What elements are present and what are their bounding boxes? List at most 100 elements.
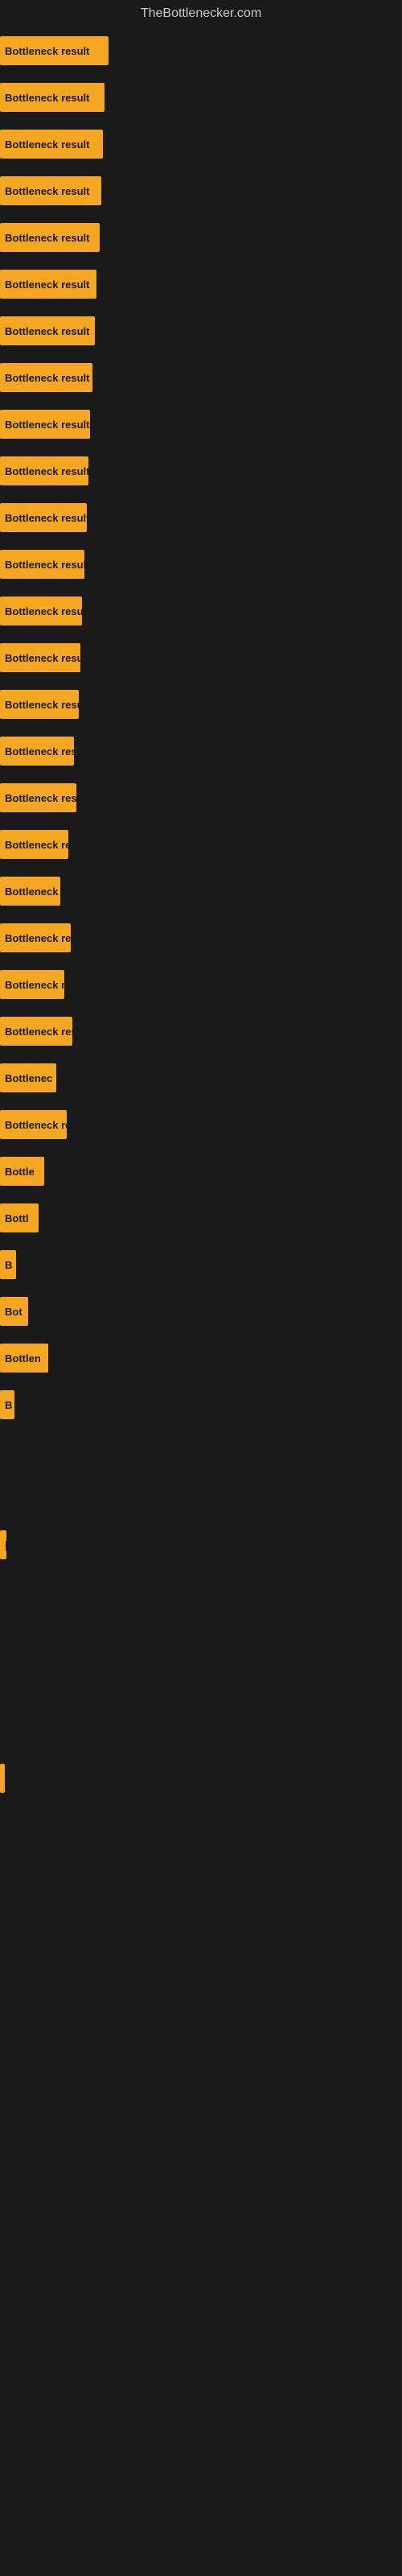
bar-row-20: Bottleneck r [0, 961, 402, 1008]
bar-label-32: | [5, 1539, 6, 1551]
site-title: TheBottlenecker.com [0, 0, 402, 27]
bars-container: Bottleneck result Bottleneck result Bottle… [0, 27, 402, 1802]
bottleneck-bar-0[interactable]: Bottleneck result [0, 36, 109, 65]
bottleneck-bar-17[interactable]: Bottleneck re [0, 830, 68, 859]
bar-row-2: Bottleneck result [0, 121, 402, 167]
bottleneck-bar-22[interactable]: Bottlenec [0, 1063, 56, 1092]
bar-label-25: Bottl [5, 1212, 29, 1224]
bar-row-3: Bottleneck result [0, 167, 402, 214]
bar-label-10: Bottleneck result [5, 512, 87, 524]
bottleneck-bar-18[interactable]: Bottleneck [0, 877, 60, 906]
bottleneck-bar-19[interactable]: Bottleneck res [0, 923, 71, 952]
bar-row-0: Bottleneck result [0, 27, 402, 74]
bottleneck-bar-13[interactable]: Bottleneck result [0, 643, 80, 672]
bar-row-14: Bottleneck result [0, 681, 402, 728]
bar-row-19: Bottleneck res [0, 914, 402, 961]
bottleneck-bar-9[interactable]: Bottleneck result [0, 456, 88, 485]
bar-row-36 [0, 1708, 402, 1755]
bottleneck-bar-12[interactable]: Bottleneck result [0, 597, 82, 625]
bar-row-29: B [0, 1381, 402, 1428]
bar-row-8: Bottleneck result [0, 401, 402, 448]
bottleneck-bar-14[interactable]: Bottleneck result [0, 690, 79, 719]
bar-row-12: Bottleneck result [0, 588, 402, 634]
bar-label-7: Bottleneck result [5, 372, 89, 384]
bar-row-5: Bottleneck result [0, 261, 402, 308]
bar-label-16: Bottleneck result [5, 792, 76, 804]
bottleneck-bar-27[interactable]: Bot [0, 1297, 28, 1326]
bar-row-6: Bottleneck result [0, 308, 402, 354]
bar-row-9: Bottleneck result [0, 448, 402, 494]
bottleneck-bar-32[interactable]: | [0, 1530, 6, 1559]
bottleneck-bar-10[interactable]: Bottleneck result [0, 503, 87, 532]
bar-label-28: Bottlen [5, 1352, 41, 1364]
bar-row-27: Bot [0, 1288, 402, 1335]
bottleneck-bar-21[interactable]: Bottleneck resu [0, 1017, 72, 1046]
bottleneck-bar-25[interactable]: Bottl [0, 1203, 39, 1232]
bar-label-15: Bottleneck resu [5, 745, 74, 758]
bar-label-8: Bottleneck result [5, 419, 89, 431]
bar-row-25: Bottl [0, 1195, 402, 1241]
bar-label-5: Bottleneck result [5, 279, 89, 291]
bar-label-14: Bottleneck result [5, 699, 79, 711]
bar-row-4: Bottleneck result [0, 214, 402, 261]
bottleneck-bar-4[interactable]: Bottleneck result [0, 223, 100, 252]
bottleneck-bar-11[interactable]: Bottleneck result [0, 550, 84, 579]
bar-row-33 [0, 1568, 402, 1615]
bottleneck-bar-8[interactable]: Bottleneck result [0, 410, 90, 439]
bar-row-15: Bottleneck resu [0, 728, 402, 774]
bar-label-17: Bottleneck re [5, 839, 68, 851]
bar-row-10: Bottleneck result [0, 494, 402, 541]
bottleneck-bar-26[interactable]: B [0, 1250, 16, 1279]
bar-label-21: Bottleneck resu [5, 1026, 72, 1038]
bottleneck-bar-20[interactable]: Bottleneck r [0, 970, 64, 999]
bottleneck-bar-16[interactable]: Bottleneck result [0, 783, 76, 812]
bottleneck-bar-2[interactable]: Bottleneck result [0, 130, 103, 159]
bar-label-24: Bottle [5, 1166, 35, 1178]
bar-label-26: B [5, 1259, 12, 1271]
bar-label-13: Bottleneck result [5, 652, 80, 664]
bar-row-34 [0, 1615, 402, 1662]
bottleneck-bar-28[interactable]: Bottlen [0, 1344, 48, 1373]
bar-row-31 [0, 1475, 402, 1521]
bar-row-32: | [0, 1521, 402, 1568]
bar-row-18: Bottleneck [0, 868, 402, 914]
bar-label-23: Bottleneck re [5, 1119, 67, 1131]
bottleneck-bar-6[interactable]: Bottleneck result [0, 316, 95, 345]
bottleneck-bar-24[interactable]: Bottle [0, 1157, 44, 1186]
bar-row-1: Bottleneck result [0, 74, 402, 121]
bottleneck-bar-7[interactable]: Bottleneck result [0, 363, 92, 392]
bar-row-28: Bottlen [0, 1335, 402, 1381]
bottleneck-bar-1[interactable]: Bottleneck result [0, 83, 105, 112]
bottleneck-bar-5[interactable]: Bottleneck result [0, 270, 96, 299]
bar-row-37 [0, 1755, 402, 1802]
bar-label-22: Bottlenec [5, 1072, 52, 1084]
bar-label-29: B [5, 1399, 12, 1411]
bar-row-21: Bottleneck resu [0, 1008, 402, 1055]
bar-row-26: B [0, 1241, 402, 1288]
bar-row-30 [0, 1428, 402, 1475]
bar-label-20: Bottleneck r [5, 979, 64, 991]
bar-label-18: Bottleneck [5, 886, 58, 898]
bottleneck-bar-37[interactable] [0, 1764, 5, 1793]
bottleneck-bar-3[interactable]: Bottleneck result [0, 176, 101, 205]
bottleneck-bar-29[interactable]: B [0, 1390, 14, 1419]
bottleneck-bar-23[interactable]: Bottleneck re [0, 1110, 67, 1139]
bar-label-9: Bottleneck result [5, 465, 88, 477]
bar-label-1: Bottleneck result [5, 92, 89, 104]
bar-row-22: Bottlenec [0, 1055, 402, 1101]
bar-label-19: Bottleneck res [5, 932, 71, 944]
bar-label-0: Bottleneck result [5, 45, 89, 57]
bar-label-3: Bottleneck result [5, 185, 89, 197]
bar-row-23: Bottleneck re [0, 1101, 402, 1148]
bar-label-12: Bottleneck result [5, 605, 82, 617]
bottleneck-bar-15[interactable]: Bottleneck resu [0, 737, 74, 766]
bar-row-13: Bottleneck result [0, 634, 402, 681]
bar-row-16: Bottleneck result [0, 774, 402, 821]
bar-row-11: Bottleneck result [0, 541, 402, 588]
bar-label-2: Bottleneck result [5, 138, 89, 151]
bar-row-17: Bottleneck re [0, 821, 402, 868]
bar-label-4: Bottleneck result [5, 232, 89, 244]
bar-row-7: Bottleneck result [0, 354, 402, 401]
bar-label-11: Bottleneck result [5, 559, 84, 571]
bar-label-27: Bot [5, 1306, 23, 1318]
